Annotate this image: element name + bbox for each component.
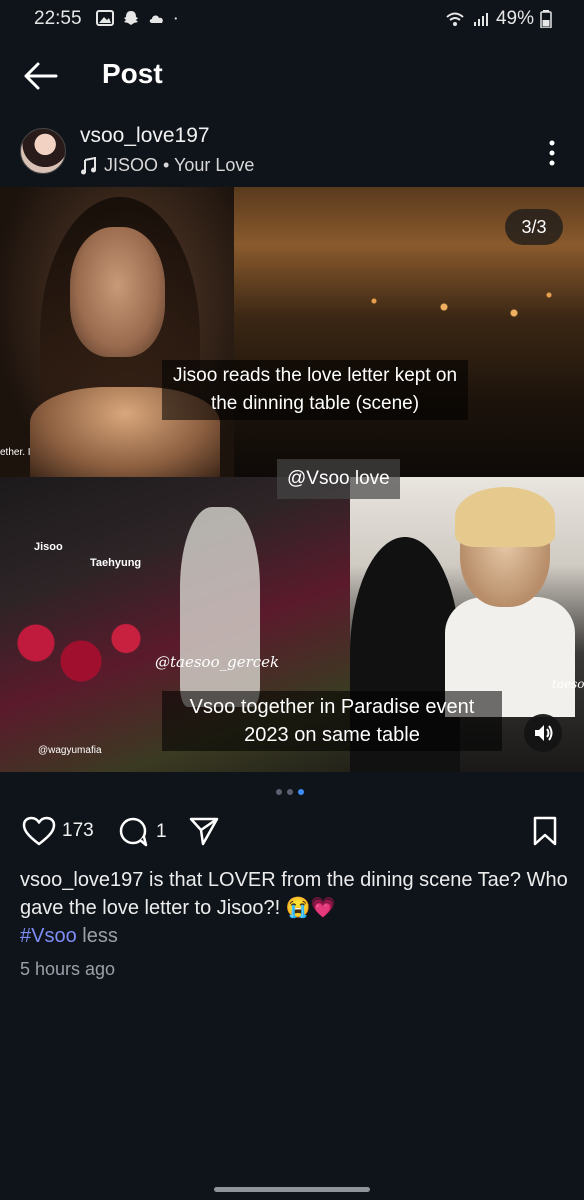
page-title: Post [102,58,163,89]
like-button[interactable]: 173 [22,816,94,846]
cloud-icon [149,15,163,23]
home-indicator[interactable] [214,1187,370,1192]
avatar[interactable] [20,128,66,174]
flowers-shape [0,607,180,697]
carousel-dot-active [298,789,304,795]
share-icon[interactable] [188,816,220,846]
candle-lights [234,277,584,337]
wifi-icon [446,12,464,26]
label-jisoo: Jisoo [34,541,63,553]
carousel-dot [276,789,282,795]
dot-icon [174,17,177,20]
battery-icon [540,10,552,28]
comment-count: 1 [156,821,167,842]
carousel-dot [287,789,293,795]
face-shape [70,227,165,357]
watermark-wagyu: @wagyumafia [38,745,102,756]
media-caption-top: Jisoo reads the love letter kept on the … [162,360,468,420]
less-link[interactable]: less [82,925,118,947]
post-header: vsoo_love197 JISOO • Your Love [0,118,584,188]
more-options-icon[interactable] [542,138,562,168]
media-caption-bottom: Vsoo together in Paradise event 2023 on … [162,691,502,751]
caption-username[interactable]: vsoo_love197 [20,869,143,891]
post-timestamp: 5 hours ago [20,959,116,979]
status-icons-right: 49% [444,8,552,30]
status-bar: 22:55 49% [0,0,584,40]
like-count: 173 [62,820,94,841]
carousel-counter: 3/3 [505,209,563,245]
person-shape [180,507,260,707]
snapchat-icon [124,11,138,25]
watermark-taesoo: @taesoo_gercek [155,653,280,671]
gallery-icon [96,10,114,26]
music-note-icon [81,156,96,174]
music-label: JISOO • Your Love [104,155,255,175]
comment-icon [119,817,148,847]
music-row[interactable]: JISOO • Your Love [80,155,254,176]
status-icons-left [96,10,182,26]
carousel-indicator [276,789,304,795]
watermark-right: taesoo [552,677,584,691]
media-panel-jisoo: ether. I [0,187,234,477]
label-taehyung: Taehyung [90,557,142,569]
media-mention: @Vsoo love [277,459,400,499]
hair-shape-2 [455,487,555,547]
bookmark-icon[interactable] [532,816,558,846]
sound-toggle-icon[interactable] [524,714,562,752]
heart-icon [22,816,56,846]
post-username[interactable]: vsoo_love197 [80,124,210,148]
comment-button[interactable]: 1 [118,816,167,848]
post-caption: vsoo_love197 is that LOVER from the dini… [20,866,580,950]
battery-percent: 49% [495,8,534,29]
status-time: 22:55 [34,8,82,29]
hashtag-link[interactable]: #Vsoo [20,925,77,947]
header: Post [0,50,584,100]
post-actions: 173 1 [0,812,584,852]
post-media[interactable]: ether. I Jisoo Taehyung @taesoo_gercek @… [0,187,584,772]
back-arrow-icon[interactable] [20,58,60,94]
signal-icon [473,13,488,26]
overlay-left-text: ether. I [0,447,31,458]
